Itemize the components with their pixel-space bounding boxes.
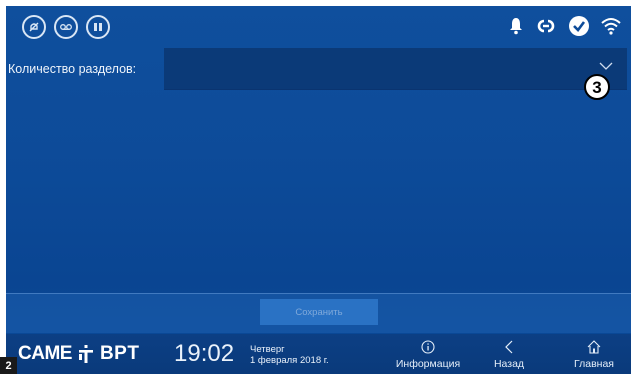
status-icons-right	[509, 16, 621, 36]
link-icon[interactable]	[535, 17, 557, 35]
home-icon	[587, 340, 601, 354]
chevron-down-icon	[599, 62, 613, 70]
partitions-row: Количество разделов:	[6, 48, 631, 90]
nav-info-button[interactable]: Информация	[388, 340, 468, 372]
check-icon[interactable]	[569, 16, 589, 36]
wifi-icon[interactable]	[601, 17, 621, 35]
back-icon	[505, 340, 513, 354]
page-number-badge: 2	[0, 357, 17, 374]
info-icon	[421, 340, 435, 354]
weekday: Четверг	[250, 344, 285, 355]
logo-bpt: BPT	[99, 343, 140, 364]
doorbell-mute-icon[interactable]	[22, 15, 46, 39]
logo-came: CAME	[18, 343, 72, 364]
nav-back-button[interactable]: Назад	[484, 340, 534, 372]
lock-icon[interactable]	[86, 15, 110, 39]
nav-info-label: Информация	[395, 358, 461, 370]
partitions-label: Количество разделов:	[8, 62, 137, 76]
clock-time: 19:02	[174, 340, 235, 367]
logo-symbol-icon	[78, 345, 93, 363]
status-bar	[6, 6, 631, 46]
callout-number: 3	[584, 74, 610, 100]
date: 1 февраля 2018 г.	[250, 355, 329, 366]
came-bpt-logo: CAME BPT	[18, 343, 139, 365]
nav-home-button[interactable]: Главная	[566, 340, 622, 372]
nav-back-label: Назад	[493, 358, 525, 370]
partitions-dropdown[interactable]	[164, 48, 627, 90]
status-icons-left	[22, 15, 110, 39]
save-bar: Сохранить	[6, 293, 631, 333]
date-block: Четверг 1 февраля 2018 г.	[250, 344, 329, 366]
save-button[interactable]: Сохранить	[260, 299, 378, 325]
voicemail-icon[interactable]	[54, 15, 78, 39]
device-screen: Количество разделов: Сохранить CAME BPT …	[6, 6, 631, 374]
bottom-bar: CAME BPT 19:02 Четверг 1 февраля 2018 г.…	[6, 334, 631, 374]
nav-home-label: Главная	[574, 358, 614, 370]
bell-icon[interactable]	[509, 17, 523, 35]
